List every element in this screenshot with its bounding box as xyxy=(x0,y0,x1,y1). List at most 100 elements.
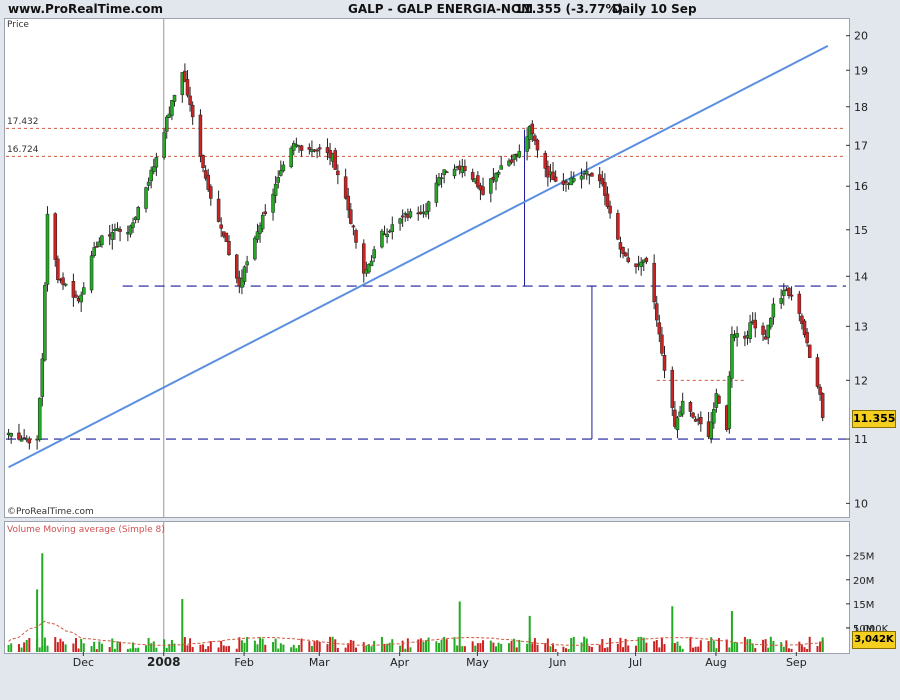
volume-bar xyxy=(580,642,583,652)
candle-body xyxy=(572,178,576,182)
candle-body xyxy=(253,237,257,260)
candle-body xyxy=(691,412,695,418)
candle xyxy=(385,228,389,244)
candle-body xyxy=(369,260,374,267)
volume-bar xyxy=(749,639,752,652)
candle-body xyxy=(717,395,721,404)
volume-bar xyxy=(663,644,666,652)
volume-tick-label: 25M xyxy=(853,552,874,563)
candle-body xyxy=(289,147,293,167)
candle xyxy=(766,324,770,345)
volume-bar-spike xyxy=(181,599,184,652)
volume-bar xyxy=(751,643,754,652)
candle-body xyxy=(787,287,791,296)
volume-bar xyxy=(712,640,715,652)
candle-body xyxy=(299,145,304,151)
candle xyxy=(198,109,203,163)
candle-body xyxy=(771,303,776,318)
candle xyxy=(743,331,747,347)
candle xyxy=(307,143,312,155)
volume-bar xyxy=(785,640,788,652)
volume-bar xyxy=(728,647,731,652)
candle-body xyxy=(535,139,540,151)
volume-bar xyxy=(137,647,140,652)
candle-body xyxy=(92,247,96,256)
volume-bar xyxy=(401,640,404,652)
volume-bar xyxy=(609,637,612,652)
volume-bar xyxy=(533,638,536,652)
candle-body xyxy=(351,225,356,228)
volume-bar-spike xyxy=(41,553,44,652)
candle-body xyxy=(652,262,656,303)
candle-body xyxy=(509,159,514,163)
volume-bar xyxy=(282,644,285,652)
candle-body xyxy=(463,166,467,171)
volume-bar xyxy=(95,649,98,652)
candle-body xyxy=(426,201,431,212)
candle xyxy=(400,209,405,227)
candle-body xyxy=(89,255,94,291)
candle-body xyxy=(110,232,115,240)
candle xyxy=(494,172,498,191)
candle-body xyxy=(19,438,24,442)
volume-bar xyxy=(419,638,422,652)
candle-body xyxy=(53,213,58,260)
candle xyxy=(9,432,13,444)
volume-bar xyxy=(209,641,212,652)
candle-body xyxy=(496,171,501,175)
candle-body xyxy=(779,298,783,304)
y-tick-label: 10 xyxy=(854,497,868,510)
volume-bar xyxy=(46,645,49,652)
volume-bar xyxy=(318,641,321,652)
volume-bar xyxy=(253,640,256,652)
volume-bar xyxy=(653,641,656,652)
candle xyxy=(748,314,752,343)
candle-body xyxy=(807,344,812,358)
volume-bar xyxy=(800,645,803,652)
candle-body xyxy=(9,433,13,437)
volume-bar xyxy=(225,646,228,652)
candle-body xyxy=(354,230,358,243)
volume-bar xyxy=(767,647,770,652)
volume-bar xyxy=(790,648,793,652)
candle-body xyxy=(273,183,278,196)
candle-body xyxy=(400,215,405,218)
volume-bar xyxy=(572,636,575,652)
x-tick-label: Jul xyxy=(628,656,642,669)
candle-body xyxy=(118,229,122,232)
volume-bar xyxy=(207,646,210,652)
candle-body xyxy=(216,198,221,222)
volume-bar xyxy=(349,639,352,652)
candle-body xyxy=(616,213,620,240)
volume-bar xyxy=(362,642,365,652)
volume-bar xyxy=(717,638,720,652)
candle xyxy=(815,353,820,389)
volume-bar xyxy=(300,638,303,652)
volume-bar-spike xyxy=(671,606,674,652)
x-tick-label: Apr xyxy=(390,656,410,669)
candle-body xyxy=(315,149,319,152)
volume-bar xyxy=(567,648,570,652)
candle-body xyxy=(260,214,265,230)
volume-bar xyxy=(562,646,565,652)
candle-body xyxy=(797,293,802,314)
candle-body xyxy=(712,409,716,424)
volume-bar xyxy=(463,646,466,652)
volume-bar xyxy=(658,647,661,652)
volume-bar xyxy=(692,647,695,652)
volume-bar xyxy=(645,642,648,652)
candle-body xyxy=(136,207,140,220)
candle xyxy=(260,211,265,233)
volume-bar xyxy=(588,646,591,652)
candle xyxy=(110,223,115,250)
volume-bar xyxy=(75,637,77,652)
volume-bar xyxy=(583,636,586,652)
volume-bar xyxy=(754,648,757,652)
volume-bar xyxy=(676,641,679,652)
candle-body xyxy=(390,224,395,232)
candle-body xyxy=(584,170,589,175)
candle-body xyxy=(154,157,159,168)
candle-body xyxy=(590,172,594,177)
volume-bar xyxy=(217,647,220,652)
volume-bar xyxy=(500,643,503,652)
